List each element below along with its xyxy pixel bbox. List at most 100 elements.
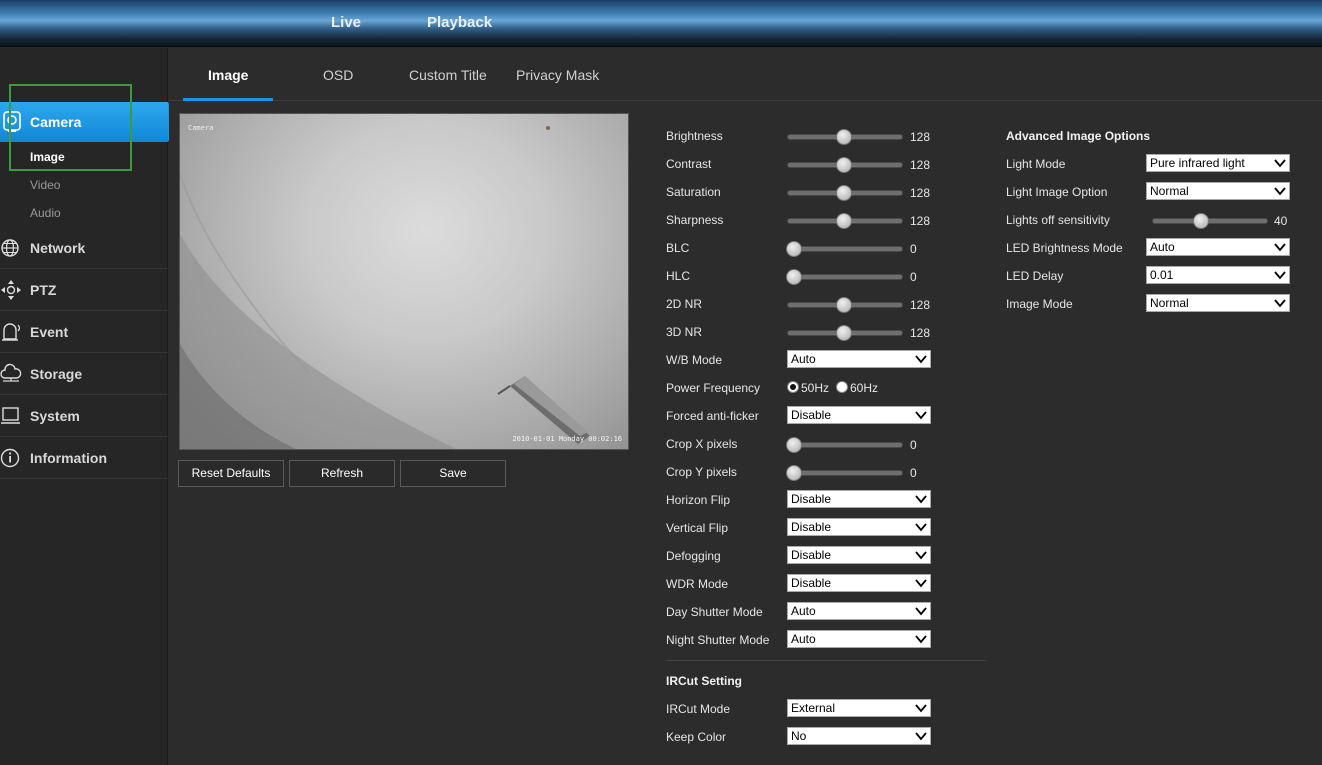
sidebar-item-label: System <box>30 408 80 424</box>
light-image-option-label: Light Image Option <box>1006 185 1108 199</box>
chevron-down-icon <box>915 551 927 560</box>
light-image-option-select[interactable]: Normal <box>1146 182 1290 200</box>
radio-60hz[interactable] <box>836 381 848 393</box>
sidebar-sub-video[interactable]: Video <box>30 178 60 192</box>
network-globe-icon <box>1 239 19 257</box>
radio-50hz[interactable] <box>787 381 799 393</box>
ircut-mode-select[interactable]: External <box>787 699 931 717</box>
ircut-section-title: IRCut Setting <box>666 674 742 688</box>
saturation-value: 128 <box>910 186 931 200</box>
crop-y-pixels-value: 0 <box>910 466 917 480</box>
contrast-label: Contrast <box>666 157 712 171</box>
sidebar-item-camera[interactable]: Camera <box>0 102 177 142</box>
wb-mode-label: W/B Mode <box>666 353 723 367</box>
system-monitor-icon <box>1 407 20 424</box>
crop-x-pixels-slider[interactable] <box>786 437 903 453</box>
hlc-label: HLC <box>666 269 691 283</box>
advanced-options-title: Advanced Image Options <box>1006 129 1151 143</box>
brightness-slider[interactable] <box>787 129 903 145</box>
crop-x-pixels-value: 0 <box>910 438 917 452</box>
sidebar-sub-image[interactable]: Image <box>30 150 65 164</box>
chevron-down-icon <box>915 411 927 420</box>
select-value: Pure infrared light <box>1150 156 1245 170</box>
select-value: Auto <box>1150 240 1175 254</box>
light-mode-select[interactable]: Pure infrared light <box>1146 154 1290 172</box>
select-value: Disable <box>791 520 832 534</box>
day-shutter-mode-select[interactable]: Auto <box>787 602 931 620</box>
tab-osd[interactable]: OSD <box>323 67 353 83</box>
select-value: Normal <box>1150 184 1189 198</box>
keep-color-select[interactable]: No <box>787 727 931 745</box>
slider-handle[interactable] <box>836 157 852 173</box>
wb-mode-select[interactable]: Auto <box>787 350 931 368</box>
slider-handle[interactable] <box>836 297 852 313</box>
sidebar-sub-audio[interactable]: Audio <box>30 206 61 220</box>
section-divider <box>666 660 986 661</box>
slider-handle[interactable] <box>786 241 802 257</box>
slider-handle[interactable] <box>786 269 802 285</box>
refresh-button[interactable]: Refresh <box>289 460 395 487</box>
save-button[interactable]: Save <box>400 460 506 487</box>
sidebar-item-system[interactable]: System <box>0 395 168 437</box>
nav-playback[interactable]: Playback <box>427 14 492 31</box>
slider-handle[interactable] <box>836 325 852 341</box>
slider-handle[interactable] <box>1193 213 1209 229</box>
sharpness-slider[interactable] <box>787 213 903 229</box>
horizon-flip-select[interactable]: Disable <box>787 490 931 508</box>
slider-handle[interactable] <box>786 465 802 481</box>
led-delay-select[interactable]: 0.01 <box>1146 266 1290 284</box>
select-value: 0.01 <box>1150 268 1174 282</box>
night-shutter-mode-label: Night Shutter Mode <box>666 633 770 647</box>
3d-nr-slider[interactable] <box>787 325 903 341</box>
blc-label: BLC <box>666 241 690 255</box>
slider-handle[interactable] <box>836 213 852 229</box>
crop-y-pixels-label: Crop Y pixels <box>666 465 737 479</box>
select-value: Auto <box>791 352 816 366</box>
contrast-slider[interactable] <box>787 157 903 173</box>
saturation-slider[interactable] <box>787 185 903 201</box>
select-value: External <box>791 701 836 715</box>
defogging-select[interactable]: Disable <box>787 546 931 564</box>
day-shutter-mode-label: Day Shutter Mode <box>666 605 763 619</box>
lights-off-sensitivity-slider[interactable] <box>1152 213 1268 229</box>
storage-cloud-icon <box>0 363 22 382</box>
2d-nr-slider[interactable] <box>787 297 903 313</box>
anti-flicker-select[interactable]: Disable <box>787 406 931 424</box>
sidebar-item-information[interactable]: Information <box>0 437 168 479</box>
chevron-down-icon <box>915 635 927 644</box>
slider-handle[interactable] <box>786 437 802 453</box>
sidebar-item-storage[interactable]: Storage <box>0 353 168 395</box>
blc-slider[interactable] <box>786 241 903 257</box>
lights-off-sensitivity-label: Lights off sensitivity <box>1006 213 1110 227</box>
wdr-mode-select[interactable]: Disable <box>787 574 931 592</box>
keep-color-label: Keep Color <box>666 730 727 744</box>
sidebar-item-event[interactable]: Event <box>0 311 168 353</box>
brightness-value: 128 <box>910 130 931 144</box>
tab-custom-title[interactable]: Custom Title <box>409 67 487 83</box>
reset-defaults-button[interactable]: Reset Defaults <box>178 460 284 487</box>
led-brightness-mode-select[interactable]: Auto <box>1146 238 1290 256</box>
lights-off-sensitivity-value: 40 <box>1274 214 1288 228</box>
sidebar-item-label: Storage <box>30 366 83 382</box>
hlc-value: 0 <box>910 270 917 284</box>
hlc-slider[interactable] <box>786 269 903 285</box>
select-value: No <box>791 729 807 743</box>
horizon-flip-label: Horizon Flip <box>666 493 731 507</box>
sidebar-item-network[interactable]: Network <box>0 227 168 269</box>
chevron-down-icon <box>1274 159 1286 168</box>
slider-handle[interactable] <box>836 129 852 145</box>
chevron-down-icon <box>915 523 927 532</box>
top-bar: Live Playback <box>0 0 1322 47</box>
night-shutter-mode-select[interactable]: Auto <box>787 630 931 648</box>
nav-live[interactable]: Live <box>331 14 361 31</box>
video-preview[interactable]: Camera 2010-01-01 Monday 00:02:16 <box>179 113 629 450</box>
crop-y-pixels-slider[interactable] <box>786 465 903 481</box>
tab-privacy-mask[interactable]: Privacy Mask <box>516 67 599 83</box>
image-mode-select[interactable]: Normal <box>1146 294 1290 312</box>
chevron-down-icon <box>915 579 927 588</box>
3d-nr-value: 128 <box>910 326 931 340</box>
slider-handle[interactable] <box>836 185 852 201</box>
tab-image[interactable]: Image <box>208 67 248 83</box>
sidebar-item-ptz[interactable]: PTZ <box>0 269 168 311</box>
vertical-flip-select[interactable]: Disable <box>787 518 931 536</box>
